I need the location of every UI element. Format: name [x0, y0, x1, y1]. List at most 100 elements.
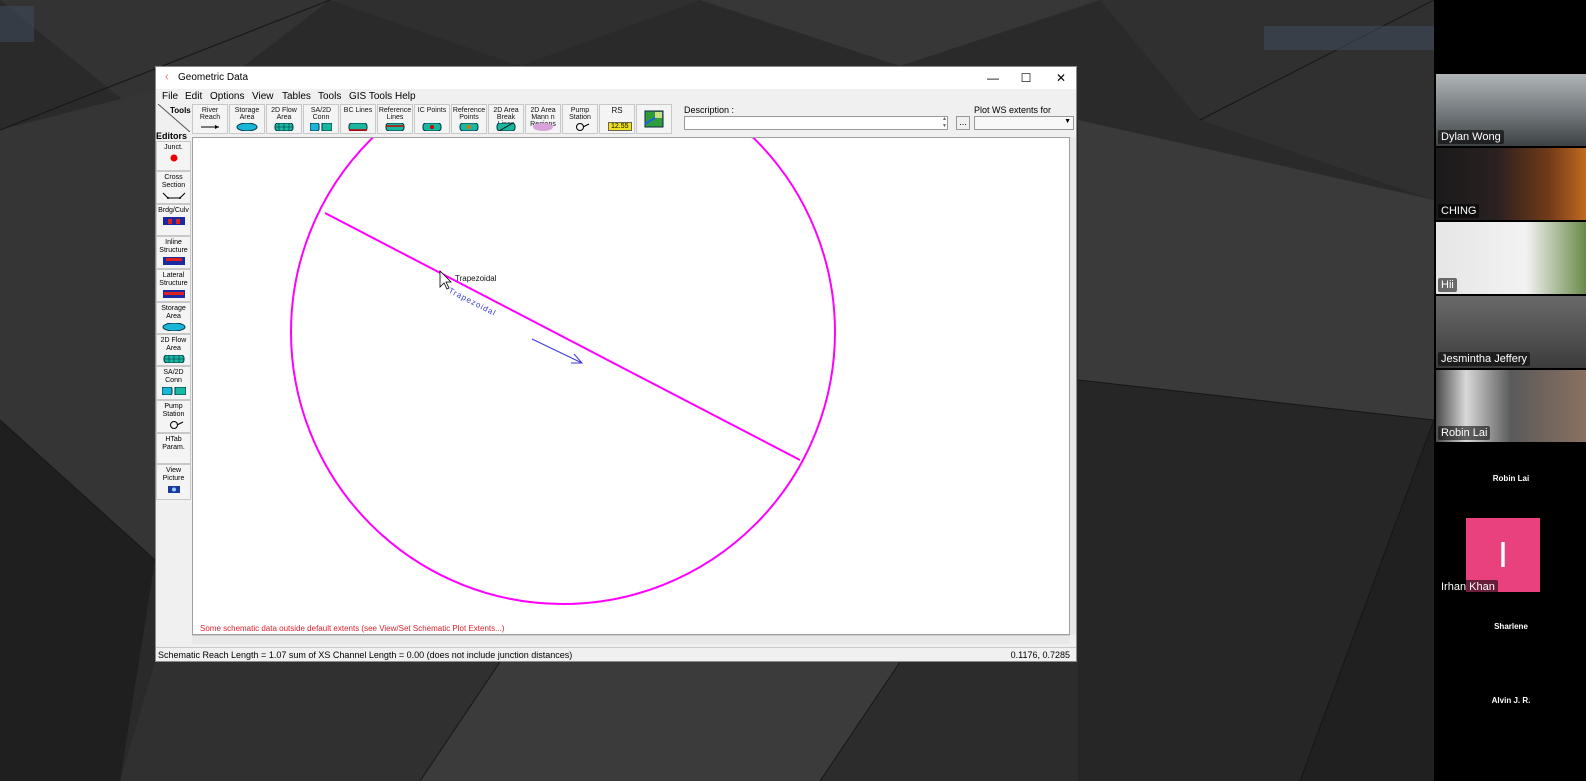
participant-name: Dylan Wong	[1438, 130, 1504, 144]
participant-name: Sharlene	[1494, 622, 1528, 631]
reference-points-icon	[459, 123, 479, 131]
participant-name: Hii	[1438, 278, 1457, 292]
participant-tile[interactable]: Robin Lai	[1436, 444, 1586, 516]
bc-lines-icon	[348, 123, 368, 131]
participant-tile[interactable]: Jesmintha Jeffery	[1436, 296, 1586, 368]
2d-flow-area-icon	[274, 123, 294, 131]
schematic-canvas[interactable]: Trapezoidal Trapezoidal Some schematic d…	[192, 137, 1070, 635]
editors-panel: Editors Junct. Cross Section Brdg/Culv I…	[156, 131, 192, 577]
horizontal-scrollbar[interactable]	[192, 635, 1070, 644]
status-reach-length: Schematic Reach Length = 1.07 sum of XS …	[158, 650, 573, 660]
menu-file[interactable]: File	[162, 91, 178, 102]
editor-cross-section[interactable]: Cross Section	[156, 171, 191, 204]
editor-2d-flow-area[interactable]: 2D Flow Area	[156, 334, 191, 366]
mann-n-regions-icon	[533, 123, 553, 131]
minimize-button[interactable]: —	[982, 70, 1004, 86]
participant-name: Robin Lai	[1438, 426, 1491, 440]
hec-ras-app-icon: ᚲ	[163, 70, 171, 84]
plot-ws-profile-select[interactable]: ▼	[974, 116, 1074, 130]
participant-name: Alvin J. R.	[1491, 696, 1531, 705]
close-button[interactable]: ✕	[1050, 70, 1072, 86]
participant-tile[interactable]: Dylan Wong	[1436, 74, 1586, 146]
sa-2d-conn-icon	[310, 123, 332, 131]
geometric-data-window: ᚲ Geometric Data — ☐ ✕ File Edit Options…	[155, 66, 1077, 662]
bridge-culvert-icon	[162, 217, 185, 225]
tools-corner: Tools	[156, 103, 192, 133]
tool-reference-lines[interactable]: Reference Lines	[377, 104, 413, 134]
maximize-button[interactable]: ☐	[1015, 70, 1037, 86]
participant-tile[interactable]: I Irhan Khan	[1436, 512, 1586, 596]
menu-tables[interactable]: Tables	[282, 91, 311, 102]
vertical-scrollbar[interactable]	[1070, 137, 1076, 635]
editor-bridge-culvert[interactable]: Brdg/Culv	[156, 204, 191, 236]
cross-section-icon	[162, 192, 185, 199]
2d-flow-area-icon	[163, 355, 184, 363]
inline-structure-icon	[162, 257, 185, 265]
lateral-structure-icon	[162, 290, 185, 298]
editor-junction[interactable]: Junct.	[156, 141, 191, 171]
chevron-down-icon: ▼	[1064, 118, 1071, 125]
participant-name: Jesmintha Jeffery	[1438, 352, 1531, 366]
tool-river-reach[interactable]: River Reach	[192, 104, 228, 134]
menu-tools[interactable]: Tools	[318, 91, 341, 102]
storage-area-icon	[162, 323, 185, 331]
river-reach-icon	[201, 125, 219, 129]
editors-label: Editors	[156, 131, 188, 141]
participant-tile[interactable]: Alvin J. R.	[1436, 666, 1586, 738]
map-layers-icon	[644, 110, 664, 128]
tool-pump-station[interactable]: Pump Station	[562, 104, 598, 134]
storage-area-icon	[236, 123, 258, 131]
description-input[interactable]	[684, 116, 948, 130]
menu-options[interactable]: Options	[210, 91, 244, 102]
sa-2d-conn-icon	[161, 387, 186, 395]
menu-gis-tools[interactable]: GIS Tools	[349, 91, 392, 102]
tool-sa-2d-conn[interactable]: SA/2D Conn	[303, 104, 339, 134]
tool-map-layers[interactable]	[636, 104, 672, 134]
participant-name: CHING	[1438, 204, 1480, 218]
window-title: Geometric Data	[178, 72, 249, 83]
tool-reference-points[interactable]: Reference Points	[451, 104, 487, 134]
tools-label: Tools	[170, 106, 191, 115]
menu-bar: File Edit Options View Tables Tools GIS …	[156, 90, 1076, 104]
menu-edit[interactable]: Edit	[185, 91, 202, 102]
editor-sa-2d-conn[interactable]: SA/2D Conn	[156, 366, 191, 400]
tool-2d-flow-area[interactable]: 2D Flow Area	[266, 104, 302, 134]
reference-lines-icon	[385, 123, 405, 131]
tool-mann-n-regions[interactable]: 2D Area Mann n Regions	[525, 104, 561, 134]
storage-boundary-circle[interactable]	[290, 138, 836, 605]
description-spinner[interactable]: ▲ ▼	[942, 116, 950, 130]
editor-view-picture[interactable]: View Picture	[156, 464, 191, 500]
editor-storage-area[interactable]: Storage Area	[156, 302, 191, 334]
break-lines-icon	[496, 123, 516, 131]
description-label: Description :	[684, 105, 735, 115]
description-browse-button[interactable]: ...	[956, 116, 970, 130]
title-bar[interactable]: ᚲ Geometric Data — ☐ ✕	[156, 67, 1076, 89]
pump-station-icon	[169, 421, 183, 429]
menu-help[interactable]: Help	[395, 91, 416, 102]
extents-warning: Some schematic data outside default exte…	[200, 624, 505, 633]
tool-river-station[interactable]: RS 12.55	[599, 104, 635, 134]
participant-tile[interactable]: CHING	[1436, 148, 1586, 220]
participants-panel: Dylan Wong CHING Hii Jesmintha Jeffery R…	[1434, 0, 1586, 781]
editor-htab-param[interactable]: HTab Param.	[156, 433, 191, 464]
status-coordinates: 0.1176, 0.7285	[1010, 650, 1070, 660]
menu-view[interactable]: View	[252, 91, 274, 102]
tool-bc-lines[interactable]: BC Lines	[340, 104, 376, 134]
camera-icon	[167, 486, 180, 493]
tools-toolbar: Tools River Reach Storage Area 2D Flow A…	[156, 103, 1076, 136]
tool-ic-points[interactable]: IC Points	[414, 104, 450, 134]
participant-tile[interactable]: Sharlene	[1436, 592, 1586, 664]
tool-break-lines[interactable]: 2D Area Break Lines	[488, 104, 524, 134]
participant-tile[interactable]: Hii	[1436, 222, 1586, 294]
ic-points-icon	[422, 123, 442, 131]
participant-tile[interactable]: Robin Lai	[1436, 370, 1586, 442]
participant-name: Robin Lai	[1492, 474, 1530, 483]
river-reach-line[interactable]	[324, 212, 801, 461]
tool-storage-area[interactable]: Storage Area	[229, 104, 265, 134]
editor-inline-structure[interactable]: Inline Structure	[156, 236, 191, 269]
editor-pump-station[interactable]: Pump Station	[156, 400, 191, 433]
pump-station-icon	[576, 123, 590, 131]
status-bar: Schematic Reach Length = 1.07 sum of XS …	[156, 647, 1076, 662]
editor-lateral-structure[interactable]: Lateral Structure	[156, 269, 191, 302]
junction-icon	[170, 154, 177, 162]
